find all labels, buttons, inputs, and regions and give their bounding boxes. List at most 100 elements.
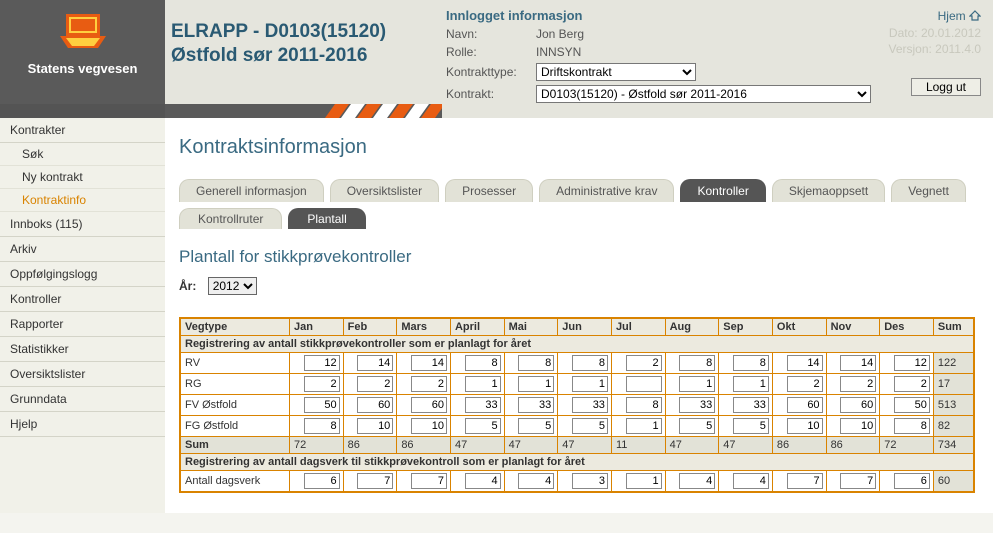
value-input[interactable] <box>411 397 447 413</box>
value-input[interactable] <box>733 418 769 434</box>
value-input[interactable] <box>465 418 501 434</box>
sidebar-item-oppfolgingslogg[interactable]: Oppfølgingslogg <box>0 262 165 287</box>
value-input[interactable] <box>626 397 662 413</box>
value-input[interactable] <box>840 418 876 434</box>
sidebar-item-grunndata[interactable]: Grunndata <box>0 387 165 412</box>
sidebar-item-ny-kontrakt[interactable]: Ny kontrakt <box>0 166 165 189</box>
value-input[interactable] <box>518 376 554 392</box>
value-input[interactable] <box>679 473 715 489</box>
value-input[interactable] <box>411 473 447 489</box>
value-input[interactable] <box>518 397 554 413</box>
year-select[interactable]: 2012 <box>208 277 257 295</box>
value-input[interactable] <box>572 397 608 413</box>
dagsverk-row: Antall dagsverk60 <box>181 471 974 492</box>
value-input[interactable] <box>304 397 340 413</box>
value-input[interactable] <box>626 418 662 434</box>
value-input[interactable] <box>357 376 393 392</box>
row-label: FG Østfold <box>181 416 290 437</box>
value-input[interactable] <box>572 418 608 434</box>
value-input[interactable] <box>840 397 876 413</box>
contract-label: Kontrakt: <box>446 87 536 101</box>
contracttype-select[interactable]: Driftskontrakt <box>536 63 696 81</box>
sidebar-item-rapporter[interactable]: Rapporter <box>0 312 165 337</box>
tab-vegnett[interactable]: Vegnett <box>891 179 966 202</box>
value-input[interactable] <box>787 397 823 413</box>
value-input[interactable] <box>411 418 447 434</box>
sidebar-item-statistikker[interactable]: Statistikker <box>0 337 165 362</box>
value-input[interactable] <box>733 355 769 371</box>
value-input[interactable] <box>626 473 662 489</box>
name-value: Jon Berg <box>536 27 584 41</box>
value-input[interactable] <box>679 376 715 392</box>
tab-prosesser[interactable]: Prosesser <box>445 179 533 202</box>
tab-oversiktslister[interactable]: Oversiktslister <box>330 179 439 202</box>
value-input[interactable] <box>787 418 823 434</box>
subtab-plantall[interactable]: Plantall <box>288 208 365 229</box>
value-input[interactable] <box>304 418 340 434</box>
value-input[interactable] <box>626 355 662 371</box>
value-input[interactable] <box>357 355 393 371</box>
value-input[interactable] <box>894 473 930 489</box>
sum-cell: 47 <box>665 437 719 454</box>
value-input[interactable] <box>894 418 930 434</box>
tab-generell-informasjon[interactable]: Generell informasjon <box>179 179 324 202</box>
col-jun: Jun <box>558 319 612 336</box>
sidebar-item-hjelp[interactable]: Hjelp <box>0 412 165 437</box>
value-input[interactable] <box>465 355 501 371</box>
value-input[interactable] <box>840 376 876 392</box>
value-input[interactable] <box>787 376 823 392</box>
value-input[interactable] <box>304 376 340 392</box>
value-input[interactable] <box>357 473 393 489</box>
value-input[interactable] <box>357 397 393 413</box>
value-input[interactable] <box>572 473 608 489</box>
sidebar-item-sok[interactable]: Søk <box>0 143 165 166</box>
value-input[interactable] <box>626 376 662 392</box>
sum-cell: 47 <box>504 437 558 454</box>
value-input[interactable] <box>787 355 823 371</box>
col-feb: Feb <box>343 319 397 336</box>
logout-button[interactable]: Logg ut <box>911 78 981 96</box>
tab-kontroller[interactable]: Kontroller <box>680 179 765 202</box>
sidebar-item-oversiktslister[interactable]: Oversiktslister <box>0 362 165 387</box>
value-input[interactable] <box>411 355 447 371</box>
home-link[interactable]: Hjem <box>938 9 981 23</box>
value-input[interactable] <box>518 355 554 371</box>
value-input[interactable] <box>357 418 393 434</box>
value-input[interactable] <box>465 397 501 413</box>
value-input[interactable] <box>733 397 769 413</box>
sum-row-label: Sum <box>181 437 290 454</box>
sum-cell: 11 <box>611 437 665 454</box>
sidebar-item-innboks[interactable]: Innboks (115) <box>0 212 165 237</box>
value-input[interactable] <box>840 473 876 489</box>
value-input[interactable] <box>733 473 769 489</box>
value-input[interactable] <box>840 355 876 371</box>
value-input[interactable] <box>304 355 340 371</box>
value-input[interactable] <box>787 473 823 489</box>
value-input[interactable] <box>894 397 930 413</box>
value-input[interactable] <box>572 376 608 392</box>
sidebar-item-kontrakter[interactable]: Kontrakter <box>0 118 165 143</box>
brand-logo-box: Statens vegvesen <box>0 0 165 104</box>
value-input[interactable] <box>679 397 715 413</box>
value-input[interactable] <box>465 473 501 489</box>
value-input[interactable] <box>518 473 554 489</box>
value-input[interactable] <box>465 376 501 392</box>
table-row: FG Østfold82 <box>181 416 974 437</box>
value-input[interactable] <box>572 355 608 371</box>
decorative-stripe <box>0 104 993 118</box>
value-input[interactable] <box>679 418 715 434</box>
value-input[interactable] <box>518 418 554 434</box>
value-input[interactable] <box>894 376 930 392</box>
tab-administrative-krav[interactable]: Administrative krav <box>539 179 674 202</box>
tab-skjemaoppsett[interactable]: Skjemaoppsett <box>772 179 885 202</box>
sidebar-item-arkiv[interactable]: Arkiv <box>0 237 165 262</box>
value-input[interactable] <box>411 376 447 392</box>
contract-select[interactable]: D0103(15120) - Østfold sør 2011-2016 <box>536 85 871 103</box>
subtab-kontrollruter[interactable]: Kontrollruter <box>179 208 282 229</box>
sidebar-item-kontraktinfo[interactable]: Kontraktinfo <box>0 189 165 212</box>
value-input[interactable] <box>733 376 769 392</box>
sidebar-item-kontroller[interactable]: Kontroller <box>0 287 165 312</box>
value-input[interactable] <box>679 355 715 371</box>
value-input[interactable] <box>894 355 930 371</box>
value-input[interactable] <box>304 473 340 489</box>
